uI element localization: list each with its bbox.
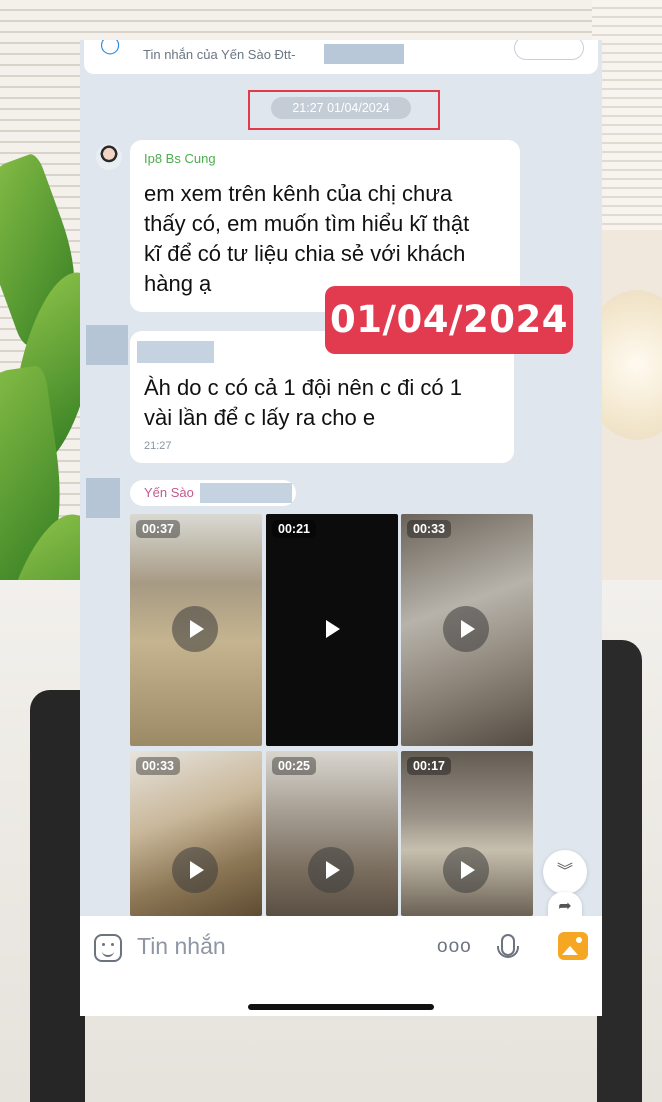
play-icon[interactable] [443, 606, 489, 652]
video-thumbnail[interactable]: 00:33 [130, 751, 262, 916]
share-arrow-icon: ➦ [558, 898, 572, 915]
chair-right [597, 640, 642, 1102]
chair-left [30, 690, 85, 1102]
message-composer: Tin nhắn ooo [80, 916, 602, 1016]
chat-bubble-icon: ◯ [100, 40, 121, 54]
play-icon[interactable] [308, 606, 354, 652]
video-thumbnail[interactable]: 00:37 [130, 514, 262, 746]
avatar[interactable] [96, 144, 122, 170]
video-thumbnail[interactable]: 00:21 [266, 514, 398, 746]
play-icon[interactable] [308, 847, 354, 893]
video-sender-pill: Yến Sào [130, 480, 296, 506]
double-chevron-down-icon: ︾ [556, 863, 573, 880]
chat-screen: ◯ Tin nhắn của Yến Sào Đtt- 21:27 01/04/… [80, 40, 602, 1016]
scroll-down-button[interactable]: ︾ [543, 850, 587, 894]
video-duration: 00:33 [136, 757, 180, 775]
video-duration: 00:25 [272, 757, 316, 775]
message-time: 21:27 [144, 440, 172, 452]
video-duration: 00:17 [407, 757, 451, 775]
date-separator: 21:27 01/04/2024 [271, 97, 411, 119]
home-indicator [248, 1004, 434, 1010]
redacted-name [324, 44, 404, 64]
video-duration: 00:33 [407, 520, 451, 538]
redacted-name [200, 483, 292, 503]
sender-name: Ip8 Bs Cung [144, 151, 216, 166]
avatar[interactable] [86, 325, 128, 365]
more-options-icon[interactable]: ooo [437, 936, 472, 958]
play-icon[interactable] [443, 847, 489, 893]
image-icon[interactable] [558, 932, 588, 960]
play-icon[interactable] [172, 847, 218, 893]
window-blinds-right [592, 0, 662, 230]
video-thumbnail[interactable]: 00:17 [401, 751, 533, 916]
video-thumbnail[interactable]: 00:33 [401, 514, 533, 746]
avatar[interactable] [86, 478, 120, 518]
sender-name: Yến Sào [144, 485, 194, 500]
emoji-icon[interactable] [94, 934, 122, 962]
pinned-message-bar[interactable]: ◯ Tin nhắn của Yến Sào Đtt- [84, 40, 598, 74]
pinned-expand-button[interactable] [514, 40, 584, 60]
play-icon[interactable] [172, 606, 218, 652]
video-duration: 00:37 [136, 520, 180, 538]
message-input[interactable]: Tin nhắn [137, 933, 226, 960]
video-duration: 00:21 [272, 520, 316, 538]
pinned-message-text: Tin nhắn của Yến Sào Đtt- [143, 47, 296, 62]
video-thumbnail[interactable]: 00:25 [266, 751, 398, 916]
microphone-icon[interactable] [497, 934, 519, 958]
message-text: Àh do c có cả 1 đội nên c đi có 1 vài lầ… [144, 375, 462, 430]
redacted-sender-name [137, 341, 214, 363]
message-text: em xem trên kênh của chị chưa thấy có, e… [144, 181, 470, 296]
date-overlay-stamp: 01/04/2024 [325, 286, 573, 354]
